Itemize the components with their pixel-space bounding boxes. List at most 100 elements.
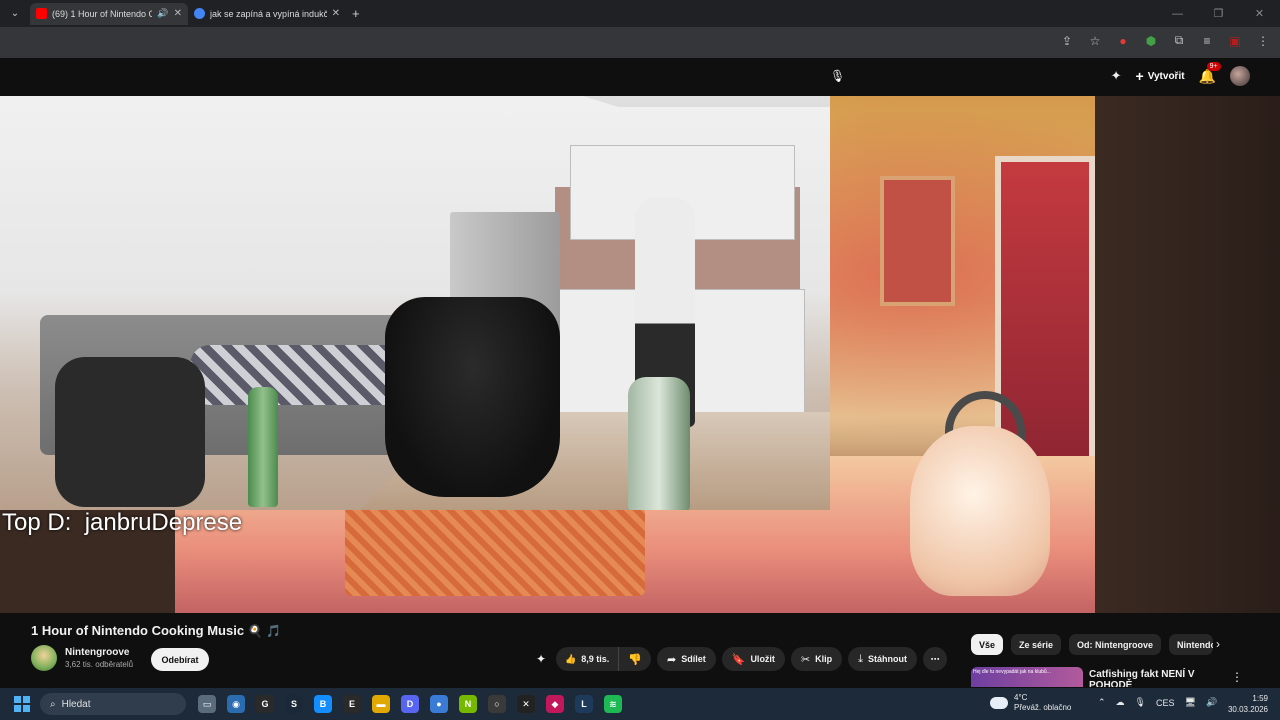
download-icon: ⤓	[858, 652, 864, 665]
chip-nintendo[interactable]: Nintendo	[1169, 634, 1214, 655]
file-explorer-icon[interactable]: ▭	[198, 695, 216, 713]
tab-youtube[interactable]: (69) 1 Hour of Nintendo Co 🔊 ✕	[30, 2, 188, 25]
channel-avatar[interactable]	[31, 645, 57, 671]
subscriber-count: 3,62 tis. odběratelů	[65, 660, 134, 669]
extension-shield-icon[interactable]: ⬢	[1142, 34, 1160, 48]
nvidia-icon[interactable]: N	[459, 695, 477, 713]
chevron-up-icon[interactable]: ⌃	[1098, 697, 1106, 708]
account-avatar[interactable]	[1230, 66, 1250, 86]
key-rack-image	[880, 176, 955, 306]
volume-icon[interactable]: 🔊	[1206, 697, 1217, 708]
recommended-thumbnail[interactable]: Hej dle tu nevypadát jak na klubů...	[971, 667, 1083, 687]
create-button[interactable]: + Vytvořit	[1136, 68, 1185, 84]
battlenet-icon[interactable]: B	[314, 695, 332, 713]
ask-ai-sparkle-icon[interactable]: ✦	[536, 652, 546, 666]
webcam-overlay	[0, 96, 830, 510]
menu-dots-icon[interactable]: ⋮	[1254, 34, 1272, 48]
channel-name[interactable]: Nintengroove	[65, 647, 133, 658]
tab-close-icon[interactable]: ✕	[332, 8, 340, 19]
cloud-icon	[990, 697, 1008, 709]
app-icon[interactable]: ●	[430, 695, 448, 713]
cloud-sync-icon[interactable]: ☁	[1116, 697, 1125, 708]
language-indicator[interactable]: CES	[1156, 698, 1175, 708]
system-tray: ⌃ ☁ 🎙 CES 🖥 🔊	[1098, 697, 1217, 708]
video-title-text: 1 Hour of Nintendo Cooking Music	[31, 623, 245, 638]
like-dislike-group: 👍 8,9 tis. 👎	[556, 647, 651, 671]
extension-red-icon[interactable]: ●	[1114, 34, 1132, 48]
like-button[interactable]: 👍 8,9 tis.	[556, 647, 620, 671]
epic-icon[interactable]: E	[343, 695, 361, 713]
video-player[interactable]: Top D: janbruDeprese	[0, 96, 1280, 613]
chip-series[interactable]: Ze série	[1011, 634, 1062, 655]
voice-search-mic-icon[interactable]: 🎙	[830, 69, 845, 83]
minimize-icon[interactable]: —	[1157, 8, 1198, 20]
new-tab-plus-icon[interactable]: +	[352, 6, 360, 21]
windows-start-icon[interactable]	[14, 696, 30, 712]
bookmark-star-icon[interactable]: ☆	[1086, 34, 1104, 48]
weather-desc: Převáž. oblačno	[1014, 703, 1072, 712]
video-actions: ✦ 👍 8,9 tis. 👎 ➦ Sdílet 🔖 Uložit ✂ Klip …	[536, 647, 948, 671]
discord-icon[interactable]: D	[401, 695, 419, 713]
steam-icon[interactable]: S	[285, 695, 303, 713]
taskbar-search[interactable]: ⌕ Hledat	[40, 693, 186, 715]
spotify-icon[interactable]: ≋	[604, 695, 622, 713]
tab-google-search[interactable]: jak se zapíná a vypíná indukční ✕	[188, 3, 346, 25]
notification-badge: 9+	[1206, 61, 1221, 71]
capcut-icon[interactable]: ✕	[517, 695, 535, 713]
download-button[interactable]: ⤓ Stáhnout	[848, 647, 918, 671]
league-icon[interactable]: L	[575, 695, 593, 713]
reading-list-icon[interactable]: ≡	[1198, 34, 1216, 48]
chips-next-chevron-icon[interactable]: ›	[1216, 637, 1220, 651]
obs-icon[interactable]: ○	[488, 695, 506, 713]
browser-toolbar-icons: ⇪ ☆ ● ⬢ ⧉ ≡ ▣ ⋮	[1058, 33, 1272, 48]
search-placeholder: Hledat	[61, 698, 91, 710]
share-arrow-icon: ➦	[667, 653, 677, 666]
recommendation-chips: Vše Ze série Od: Nintengroove Nintendo	[971, 634, 1214, 655]
video-title-emoji: 🍳 🎵	[247, 624, 281, 638]
window-close-icon[interactable]: ✕	[1239, 7, 1280, 20]
chip-all[interactable]: Vše	[971, 634, 1004, 655]
date: 30.03.2026	[1227, 705, 1268, 714]
tab-title: (69) 1 Hour of Nintendo Co	[52, 8, 153, 19]
ceiling-image	[360, 96, 830, 107]
wicker-table-image	[345, 506, 645, 596]
create-label: Vytvořit	[1147, 70, 1185, 82]
download-label: Stáhnout	[868, 654, 908, 664]
weather-widget[interactable]: 4°C Převáž. oblačno	[990, 693, 1071, 713]
maximize-icon[interactable]: ❐	[1198, 7, 1239, 20]
chrome-icon[interactable]: ◉	[227, 695, 245, 713]
speaker-icon[interactable]: 🔊	[157, 8, 168, 19]
recommended-title[interactable]: Catfishing fakt NENÍ V POHODĚ	[1089, 669, 1229, 687]
chip-from-channel[interactable]: Od: Nintengroove	[1069, 634, 1162, 655]
share-button[interactable]: ➦ Sdílet	[657, 647, 716, 671]
header-actions: ✦ + Vytvořit 🔔 9+	[1111, 61, 1250, 86]
clip-button[interactable]: ✂ Klip	[790, 647, 843, 671]
more-actions-button[interactable]: ⋯	[923, 647, 948, 671]
install-app-icon[interactable]: ⇪	[1058, 34, 1076, 48]
taskbar-clock[interactable]: 1:59 30.03.2026	[1228, 693, 1268, 715]
recommended-more-icon[interactable]: ⋮	[1231, 670, 1243, 684]
more-dots-icon: ⋯	[930, 653, 940, 664]
video-letterbox-right	[1095, 96, 1280, 613]
subscribe-button[interactable]: Odebírat	[151, 648, 209, 671]
notifications-bell-icon[interactable]: 🔔 9+	[1199, 61, 1221, 85]
scissors-icon: ✂	[800, 653, 811, 666]
bottle-image	[628, 377, 690, 510]
network-icon[interactable]: 🖥	[1185, 697, 1196, 708]
profile-avatar-icon[interactable]: ▣	[1226, 34, 1244, 48]
ghub-icon[interactable]: G	[256, 695, 274, 713]
folder-icon[interactable]: ▬	[372, 695, 390, 713]
address-bar: ⇪ ☆ ● ⬢ ⧉ ≡ ▣ ⋮	[0, 27, 1280, 58]
dislike-button[interactable]: 👎	[619, 647, 651, 671]
microphone-icon[interactable]: 🎙	[1135, 697, 1146, 708]
tab-search-chevron-down-icon[interactable]: ⌄	[4, 3, 26, 25]
extensions-puzzle-icon[interactable]: ⧉	[1170, 33, 1188, 48]
recommended-video[interactable]: Hej dle tu nevypadát jak na klubů... Cat…	[971, 667, 1271, 687]
ai-sparkle-icon[interactable]: ✦	[1111, 68, 1122, 84]
windows-taskbar: ⌕ Hledat ▭ ◉ G S B E ▬ D ● N ○ ✕ ◆ L ≋ 4°C Převáž. obl…	[0, 688, 1280, 720]
save-button[interactable]: 🔖 Uložit	[721, 647, 785, 671]
app-red-icon[interactable]: ◆	[546, 695, 564, 713]
tab-close-icon[interactable]: ✕	[174, 8, 182, 19]
bottle-image	[248, 387, 278, 507]
video-title: 1 Hour of Nintendo Cooking Music 🍳 🎵	[31, 623, 281, 638]
